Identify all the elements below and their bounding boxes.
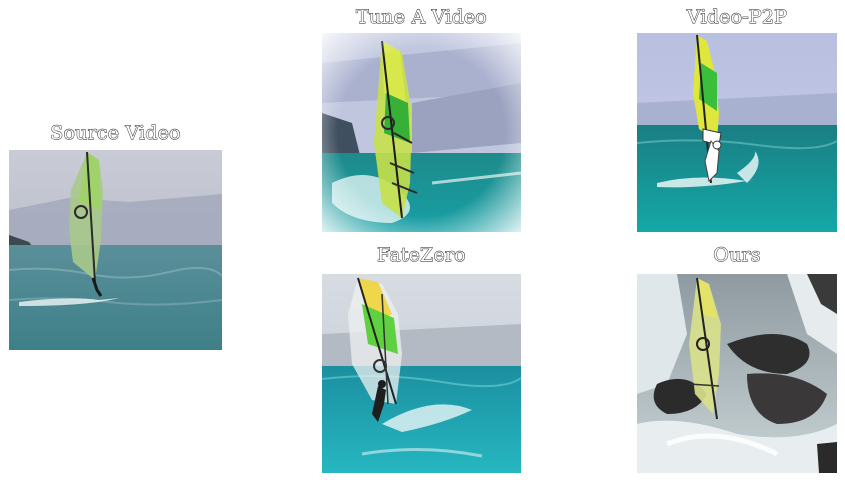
caption-source-video: Source Video: [50, 122, 181, 145]
caption-tune-a-video: Tune A Video: [356, 6, 488, 29]
panel-video-p2p: Video-P2P: [637, 4, 837, 232]
panel-fatezero: FateZero: [322, 244, 521, 473]
video-p2p-frame: [637, 33, 837, 232]
fatezero-frame: [322, 274, 521, 473]
caption-ours: Ours: [713, 244, 761, 267]
panel-source-video: Source Video: [9, 118, 222, 350]
caption-fatezero: FateZero: [377, 244, 466, 267]
tune-a-video-frame: [322, 33, 521, 232]
ours-frame: [637, 274, 837, 473]
panel-ours: Ours: [637, 244, 837, 473]
caption-video-p2p: Video-P2P: [686, 6, 788, 29]
source-video-frame: [9, 150, 222, 350]
panel-tune-a-video: Tune A Video: [322, 4, 521, 232]
